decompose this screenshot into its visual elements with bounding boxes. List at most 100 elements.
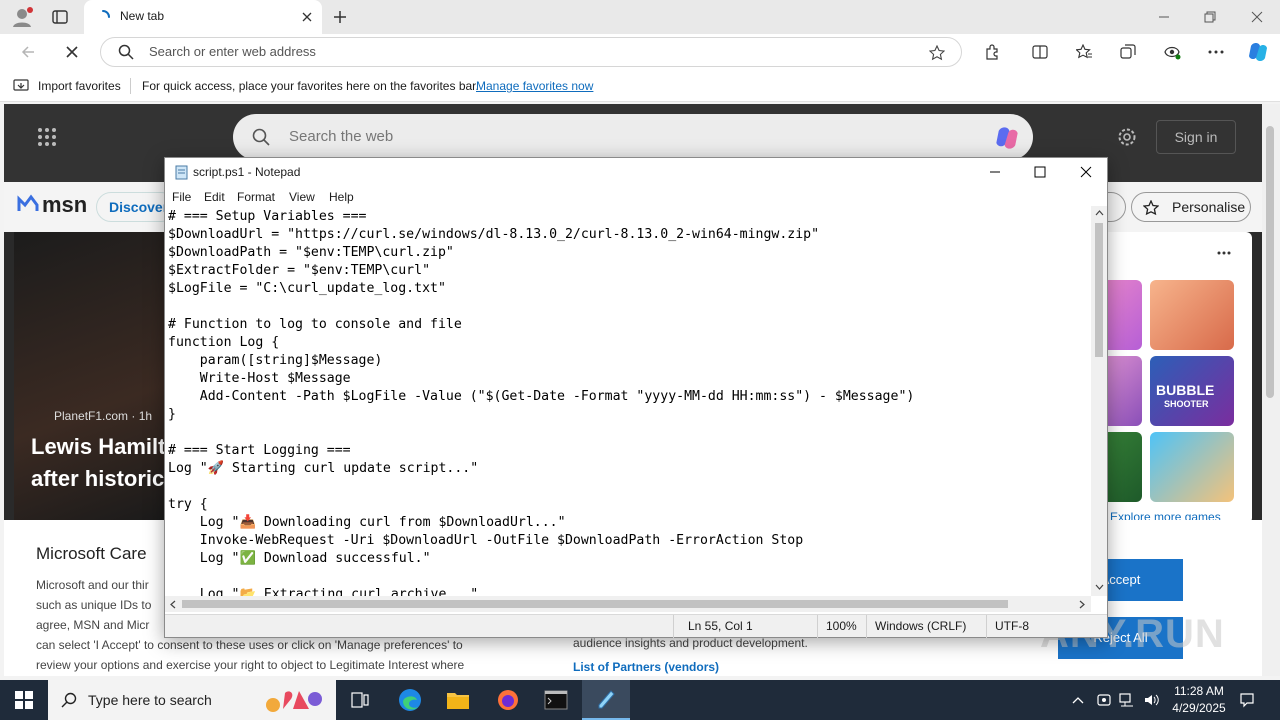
notepad-close-icon[interactable] <box>1076 162 1096 182</box>
network-icon[interactable] <box>1118 691 1136 709</box>
code-line: Write-Host $Message <box>168 371 351 386</box>
notepad-maximize-icon[interactable] <box>1030 162 1050 182</box>
notifications-icon[interactable] <box>1238 691 1256 709</box>
terminal-icon[interactable] <box>532 680 580 720</box>
taskbar-search-box[interactable]: Type here to search <box>48 680 336 720</box>
notepad-minimize-icon[interactable] <box>985 162 1005 182</box>
msn-search-bar[interactable]: Search the web <box>233 114 1033 160</box>
manage-favorites-link[interactable]: Manage favorites now <box>476 79 593 93</box>
split-screen-icon[interactable] <box>1030 42 1050 62</box>
code-line: # === Setup Variables === <box>168 209 367 224</box>
notepad-horizontal-scrollbar[interactable] <box>165 596 1091 612</box>
code-line: # === Start Logging === <box>168 443 351 458</box>
performance-icon[interactable] <box>1162 42 1182 62</box>
consent-line-3: agree, MSN and Micr <box>36 618 150 632</box>
address-bar[interactable]: Search or enter web address <box>100 37 962 67</box>
page-scrollbar-thumb[interactable] <box>1266 126 1274 398</box>
tab-new-tab[interactable]: New tab <box>84 0 322 34</box>
apps-grid-icon[interactable] <box>36 126 58 148</box>
status-separator <box>673 615 674 638</box>
favorite-star-icon[interactable] <box>927 43 947 63</box>
close-tab-icon[interactable] <box>298 8 316 26</box>
menu-file[interactable]: File <box>172 190 191 204</box>
game-tile-2[interactable] <box>1150 280 1234 350</box>
notepad-titlebar[interactable]: script.ps1 - Notepad <box>165 158 1107 186</box>
msn-logo: msn <box>42 192 88 217</box>
notepad-editor[interactable]: # === Setup Variables === $DownloadUrl = … <box>165 206 1091 596</box>
msn-copilot-icon[interactable] <box>993 124 1021 152</box>
news-source: PlanetF1.com · 1h <box>54 409 153 423</box>
menu-edit[interactable]: Edit <box>204 190 225 204</box>
clock-date[interactable]: 4/29/2025 <box>1168 701 1230 715</box>
horizontal-scrollbar-thumb[interactable] <box>182 600 1008 608</box>
restore-icon[interactable] <box>1200 7 1220 27</box>
personalise-label: Personalise <box>1172 199 1246 215</box>
notepad-window: script.ps1 - Notepad File Edit Format Vi… <box>164 157 1108 638</box>
notepad-title: script.ps1 - Notepad <box>193 165 301 179</box>
msn-search-icon <box>251 127 271 147</box>
more-options-icon[interactable] <box>1206 42 1226 62</box>
scroll-left-icon[interactable] <box>168 599 178 609</box>
menu-format[interactable]: Format <box>237 190 275 204</box>
show-hidden-icons[interactable] <box>1070 692 1086 708</box>
hero-news-card[interactable]: PlanetF1.com · 1h Lewis Hamilt after his… <box>14 232 174 520</box>
import-favorites-button[interactable]: Import favorites <box>38 79 121 93</box>
msn-sign-in-button[interactable]: Sign in <box>1156 120 1236 154</box>
taskbar-search-placeholder: Type here to search <box>88 692 212 708</box>
scroll-down-icon[interactable] <box>1093 582 1105 592</box>
code-line: try { <box>168 497 208 512</box>
volume-icon[interactable] <box>1142 691 1160 709</box>
code-text: # === Setup Variables === $DownloadUrl = … <box>168 208 914 596</box>
headline-line-2: after historic <box>31 466 165 491</box>
file-explorer-icon[interactable] <box>434 680 482 720</box>
status-zoom: 100% <box>826 619 857 633</box>
msn-settings-gear-icon[interactable] <box>1116 126 1138 148</box>
game-tile-5[interactable] <box>1150 432 1234 502</box>
minimize-icon[interactable] <box>1154 7 1174 27</box>
notepad-app-icon <box>173 164 189 180</box>
stop-loading-icon[interactable] <box>62 42 82 62</box>
partners-link[interactable]: List of Partners (vendors) <box>573 660 719 674</box>
status-separator <box>866 615 867 638</box>
favorites-icon[interactable] <box>1074 42 1094 62</box>
new-tab-icon[interactable] <box>330 7 350 27</box>
code-line: Log "✅ Download successful." <box>168 551 431 566</box>
games-more-icon[interactable] <box>1214 248 1234 258</box>
page-scrollbar[interactable] <box>1262 104 1280 676</box>
loading-icon <box>94 8 112 26</box>
profile-icon[interactable] <box>10 5 34 29</box>
collections-icon[interactable] <box>1118 42 1138 62</box>
tab-actions-icon[interactable] <box>50 7 70 27</box>
back-icon[interactable] <box>18 42 38 62</box>
search-highlight-icon[interactable] <box>262 684 326 716</box>
consent-right-text: audience insights and product developmen… <box>573 636 808 650</box>
edge-taskbar-icon[interactable] <box>386 680 434 720</box>
code-line: Add-Content -Path $LogFile -Value ("$(Ge… <box>168 389 915 404</box>
code-line: $DownloadPath = "$env:TEMP\curl.zip" <box>168 245 454 260</box>
meet-now-icon[interactable] <box>1095 691 1113 709</box>
notepad-taskbar-icon[interactable] <box>582 680 630 720</box>
firefox-icon[interactable] <box>484 680 532 720</box>
game-tile-bubble-shooter[interactable]: BUBBLE SHOOTER <box>1150 356 1234 426</box>
code-line: Invoke-WebRequest -Uri $DownloadUrl -Out… <box>168 533 804 548</box>
code-line: } <box>168 407 176 422</box>
task-view-icon[interactable] <box>336 680 384 720</box>
scroll-right-icon[interactable] <box>1077 599 1087 609</box>
browser-titlebar: New tab <box>0 0 1280 34</box>
clock-time[interactable]: 11:28 AM <box>1168 684 1230 698</box>
start-button[interactable] <box>0 680 48 720</box>
vertical-scrollbar-thumb[interactable] <box>1095 223 1103 357</box>
msn-personalise-button[interactable]: Personalise <box>1131 192 1251 222</box>
extensions-icon[interactable] <box>982 42 1002 62</box>
scroll-up-icon[interactable] <box>1093 208 1105 218</box>
bubble-title: BUBBLE <box>1156 382 1215 398</box>
menu-view[interactable]: View <box>289 190 315 204</box>
close-window-icon[interactable] <box>1247 7 1267 27</box>
personalise-icon <box>1142 199 1160 217</box>
windows-logo-icon <box>15 691 33 709</box>
menu-help[interactable]: Help <box>329 190 354 204</box>
msn-logo-icon <box>16 192 40 216</box>
notepad-vertical-scrollbar[interactable] <box>1091 206 1107 596</box>
copilot-icon[interactable] <box>1246 40 1270 64</box>
